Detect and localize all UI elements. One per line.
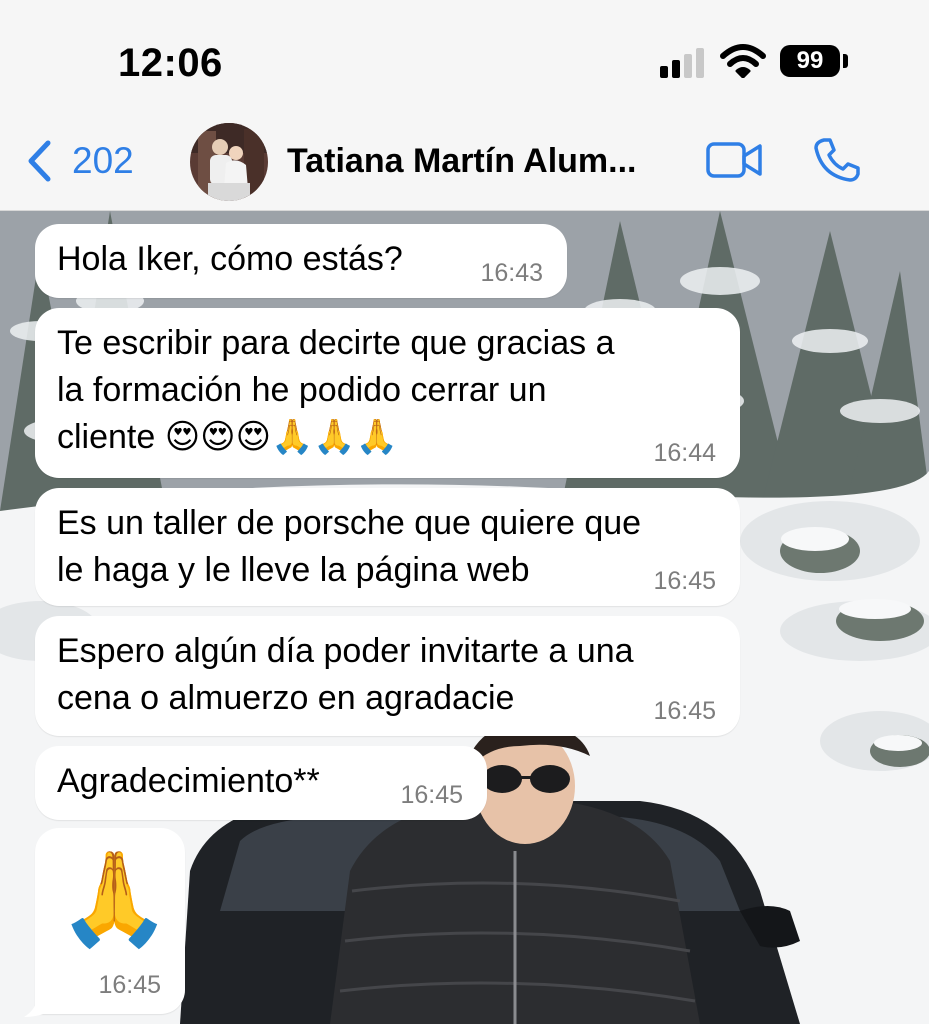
status-time: 12:06 <box>118 41 223 85</box>
wifi-icon <box>720 44 766 78</box>
chat-wallpaper: Hola Iker, cómo estás? 16:43 Te escribir… <box>0 211 929 1024</box>
message-bubble[interactable]: Te escribir para decirte que gracias a l… <box>35 308 740 478</box>
back-button[interactable]: 202 <box>26 138 134 184</box>
message-line: la formación he podido cerrar un <box>57 371 547 409</box>
chevron-left-icon <box>28 140 51 182</box>
voice-call-button[interactable] <box>812 136 862 189</box>
message-timestamp: 16:45 <box>400 781 463 809</box>
message-bubble[interactable]: Hola Iker, cómo estás? 16:43 <box>35 224 567 298</box>
signal-icon <box>660 48 708 78</box>
message-timestamp: 16:43 <box>480 259 543 287</box>
emoji-message: 🙏 <box>57 848 172 950</box>
chat-header: 202 Tatiana Martín Alum... <box>0 110 929 211</box>
message-text: Hola Iker, cómo estás? <box>57 240 403 278</box>
message-line: cliente 😍😍😍🙏🙏🙏 <box>57 418 399 456</box>
message-timestamp: 16:45 <box>98 971 161 999</box>
message-timestamp: 16:45 <box>653 697 716 725</box>
message-text: Espero algún día poder invitarte a una c… <box>57 628 634 722</box>
video-camera-icon <box>706 142 762 178</box>
message-bubble[interactable]: Agradecimiento** 16:45 <box>35 746 487 820</box>
bubble-tail <box>24 999 46 1017</box>
message-timestamp: 16:45 <box>653 567 716 595</box>
message-line: Te escribir para decirte que gracias a <box>57 324 615 362</box>
message-line: le haga y le lleve la página web <box>57 551 530 589</box>
message-line: cena o almuerzo en agradacie <box>57 679 515 717</box>
message-bubble[interactable]: Espero algún día poder invitarte a una c… <box>35 616 740 736</box>
message-timestamp: 16:44 <box>653 439 716 467</box>
contact-name[interactable]: Tatiana Martín Alum... <box>287 140 636 182</box>
message-line: Espero algún día poder invitarte a una <box>57 632 634 670</box>
message-text: Te escribir para decirte que gracias a l… <box>57 320 615 461</box>
avatar[interactable] <box>190 123 268 201</box>
status-bar: 12:06 99 <box>0 0 929 110</box>
message-bubble[interactable]: 🙏 16:45 <box>35 828 185 1014</box>
message-text: Es un taller de porsche que quiere que l… <box>57 500 641 594</box>
phone-icon <box>814 138 860 182</box>
video-call-button[interactable] <box>705 140 765 185</box>
unread-count: 202 <box>72 140 134 181</box>
battery-icon: 99 <box>780 45 840 77</box>
message-bubble[interactable]: Es un taller de porsche que quiere que l… <box>35 488 740 606</box>
message-line: Es un taller de porsche que quiere que <box>57 504 642 542</box>
message-text: Agradecimiento** <box>57 762 320 800</box>
battery-nub <box>843 54 848 68</box>
